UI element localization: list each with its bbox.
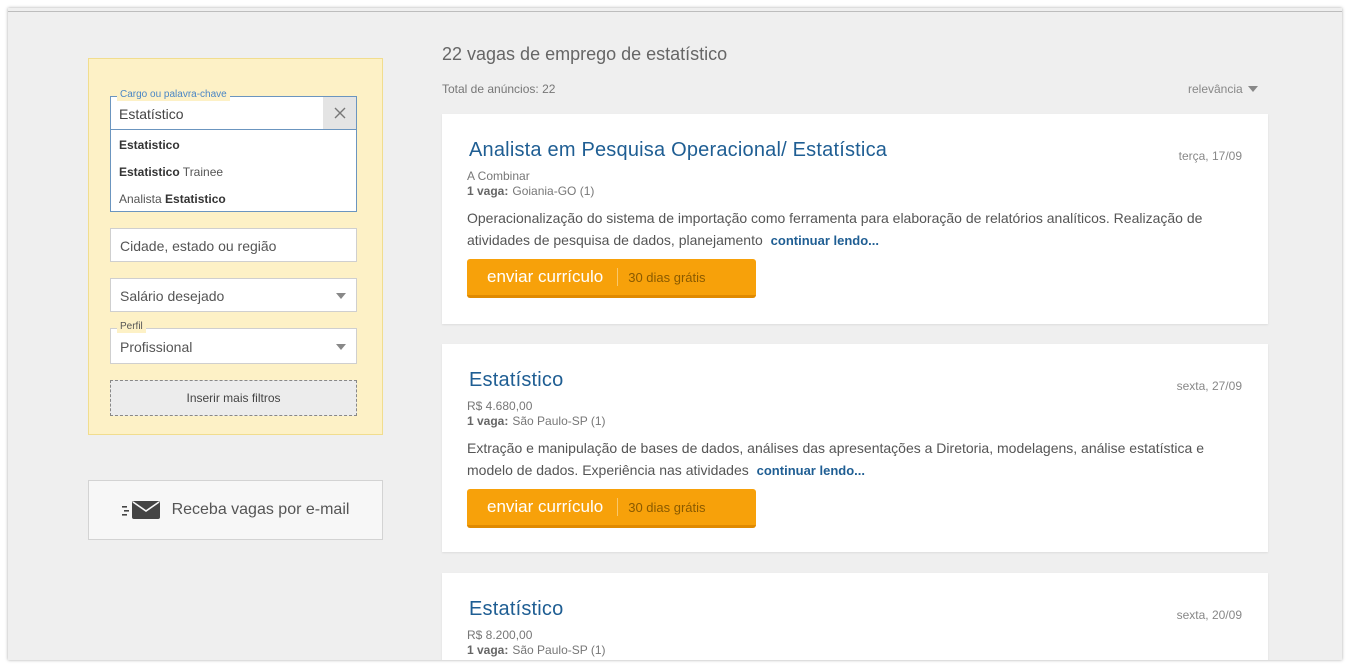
vacancy-count: 1 vaga: (467, 414, 509, 428)
email-alert-button[interactable]: Receba vagas por e-mail (88, 480, 383, 540)
location-text: São Paulo-SP (1) (512, 643, 606, 657)
salary-select[interactable]: Salário desejado (110, 278, 357, 312)
perfil-select[interactable]: Perfil Profissional (110, 321, 357, 364)
suggestion-prefix: Analista (119, 192, 166, 206)
job-salary: R$ 8.200,00 (467, 628, 533, 642)
clear-keyword-button[interactable] (323, 97, 356, 129)
send-resume-label: enviar currículo (487, 267, 604, 286)
job-title-link[interactable]: Analista em Pesquisa Operacional/ Estatí… (469, 139, 887, 162)
salary-placeholder: Salário desejado (120, 288, 225, 304)
job-location: 1 vaga: São Paulo-SP (1) (467, 414, 606, 428)
job-title-link[interactable]: Estatístico (469, 369, 563, 392)
job-salary: R$ 4.680,00 (467, 399, 533, 413)
job-card: Analista em Pesquisa Operacional/ Estatí… (442, 114, 1268, 324)
perfil-value: Profissional (120, 339, 193, 355)
send-resume-button[interactable]: enviar currículo 30 dias grátis (467, 259, 756, 298)
page-frame: Cargo ou palavra-chave Estatistico Estat… (8, 8, 1342, 660)
vacancy-count: 1 vaga: (467, 184, 509, 198)
trial-label: 30 dias grátis (628, 499, 706, 515)
city-input[interactable]: Cidade, estado ou região (110, 228, 357, 262)
read-more-link[interactable]: continuar lendo... (771, 233, 879, 248)
job-location: 1 vaga: São Paulo-SP (1) (467, 643, 606, 657)
top-divider (8, 11, 1342, 12)
send-resume-label: enviar currículo (487, 497, 604, 516)
send-resume-button[interactable]: enviar currículo 30 dias grátis (467, 489, 756, 528)
sort-label: relevância (1188, 82, 1243, 96)
close-icon (334, 107, 345, 119)
trial-label: 30 dias grátis (628, 269, 706, 285)
filter-panel: Cargo ou palavra-chave Estatistico Estat… (88, 58, 383, 435)
more-filters-button[interactable]: Inserir mais filtros (110, 380, 357, 416)
city-placeholder: Cidade, estado ou região (120, 238, 277, 254)
keyword-autocomplete: Cargo ou palavra-chave Estatistico Estat… (110, 89, 357, 212)
perfil-label: Perfil (117, 321, 146, 333)
keyword-input-row (111, 97, 356, 130)
chevron-down-icon (1247, 86, 1258, 92)
job-card: Estatístico sexta, 27/09 R$ 4.680,00 1 v… (442, 344, 1268, 552)
suggestion-item[interactable]: Estatistico Trainee (119, 165, 223, 179)
job-location: 1 vaga: Goiania-GO (1) (467, 184, 594, 198)
location-text: São Paulo-SP (1) (512, 414, 606, 428)
job-salary: A Combinar (467, 169, 530, 183)
suggestion-match: Estatistico (119, 165, 180, 179)
suggestion-item[interactable]: Estatistico (119, 138, 180, 152)
sort-dropdown[interactable]: relevância (1188, 82, 1258, 96)
suggestion-rest: Trainee (179, 165, 224, 179)
results-total: Total de anúncios: 22 (442, 82, 556, 96)
suggestion-item[interactable]: Analista Estatistico (119, 192, 226, 206)
results-title: 22 vagas de emprego de estatístico (442, 44, 728, 64)
vacancy-count: 1 vaga: (467, 643, 509, 657)
chevron-down-icon (336, 344, 346, 350)
chevron-down-icon (336, 293, 346, 299)
mail-icon (121, 501, 160, 519)
suggestion-match: Estatistico (119, 138, 180, 152)
email-alert-label: Receba vagas por e-mail (171, 501, 350, 518)
job-title-link[interactable]: Estatístico (469, 598, 563, 621)
job-date: sexta, 27/09 (1176, 379, 1242, 393)
keyword-input[interactable] (119, 106, 314, 122)
job-description: Operacionalização do sistema de importaç… (467, 207, 1247, 252)
suggestion-match: Estatistico (165, 192, 226, 206)
job-description: Extração e manipulação de bases de dados… (467, 437, 1247, 482)
job-date: sexta, 20/09 (1176, 608, 1242, 622)
location-text: Goiania-GO (1) (512, 184, 595, 198)
job-card: Estatístico sexta, 20/09 R$ 8.200,00 1 v… (442, 573, 1268, 660)
job-date: terça, 17/09 (1178, 149, 1242, 163)
read-more-link[interactable]: continuar lendo... (757, 463, 865, 478)
